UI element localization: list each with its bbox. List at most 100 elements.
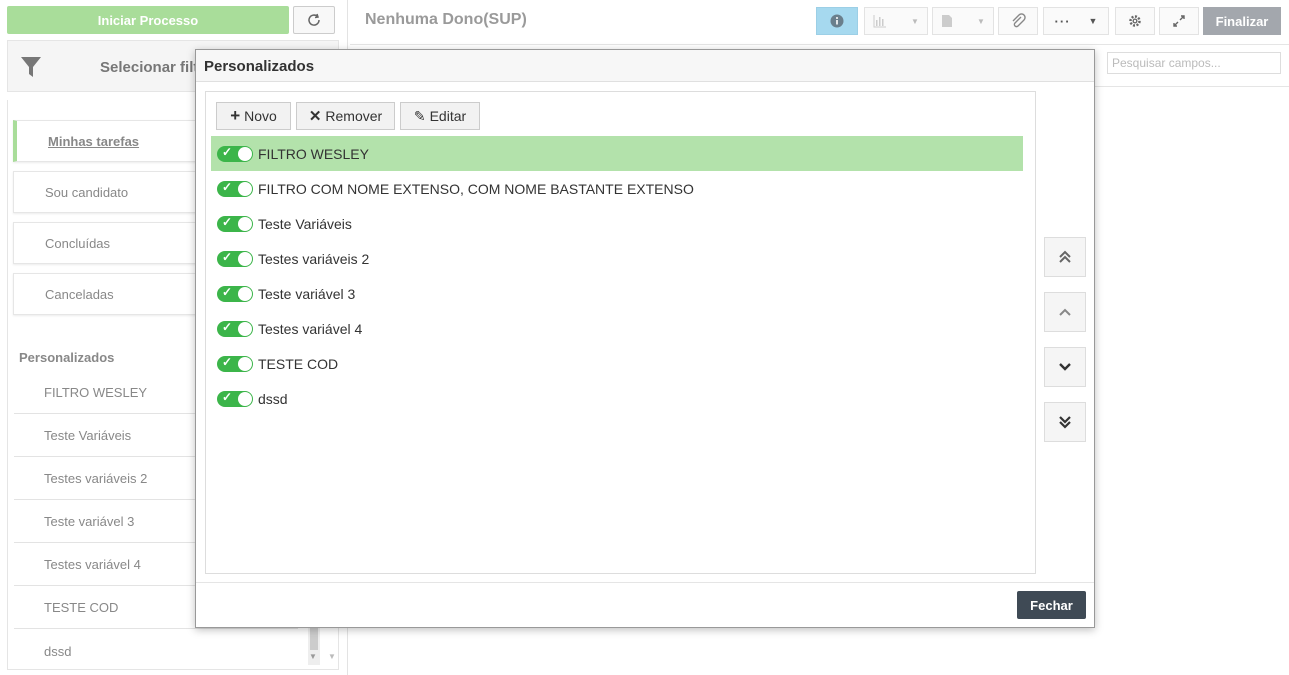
task-label: Minhas tarefas — [48, 133, 140, 149]
custom-section-title: Personalizados — [19, 350, 115, 365]
start-process-button[interactable]: Iniciar Processo — [7, 6, 289, 34]
filter-row-label: FILTRO COM NOME EXTENSO, COM NOME BASTAN… — [258, 180, 694, 197]
filter-row-label: dssd — [258, 390, 288, 407]
task-label: Sou candidato — [45, 184, 129, 200]
divider — [1094, 86, 1289, 87]
move-down-button[interactable] — [1044, 347, 1086, 387]
filters-panel: + Novo ✕ Remover ✎ Editar ✓ FILTRO WESLE… — [205, 91, 1036, 574]
chevron-up-icon — [1059, 308, 1071, 316]
check-icon: ✓ — [222, 144, 233, 159]
modal-title: Personalizados — [204, 58, 315, 75]
more-options-button[interactable]: ··· ▼ — [1043, 7, 1109, 35]
filter-enabled-toggle[interactable]: ✓ — [217, 179, 253, 197]
filter-row-label: Testes variável 4 — [258, 320, 363, 337]
expand-button[interactable] — [1159, 7, 1199, 35]
filter-enabled-toggle[interactable]: ✓ — [217, 250, 253, 267]
toggle-knob — [238, 251, 252, 266]
filter-enabled-toggle[interactable]: ✓ — [217, 389, 253, 407]
edit-filter-label: Editar — [429, 108, 467, 124]
new-filter-label: Novo — [244, 108, 277, 124]
toggle-knob — [238, 391, 252, 406]
filter-enabled-toggle[interactable]: ✓ — [217, 319, 253, 337]
filter-row[interactable]: ✓ FILTRO WESLEY — [211, 136, 1023, 171]
move-to-top-button[interactable] — [1044, 237, 1086, 277]
filter-enabled-toggle[interactable]: ✓ — [217, 354, 253, 372]
filter-row[interactable]: ✓ Teste variável 3 — [211, 276, 1023, 311]
filter-row-label: Teste variável 3 — [258, 285, 356, 302]
toggle-knob — [238, 286, 252, 301]
filter-enabled-toggle[interactable]: ✓ — [217, 144, 253, 162]
document-icon — [942, 15, 953, 27]
toggle-knob — [238, 356, 252, 371]
filter-enabled-toggle[interactable]: ✓ — [217, 284, 253, 302]
info-button[interactable] — [816, 7, 858, 35]
task-label: Concluídas — [45, 235, 111, 251]
document-dropdown-button[interactable]: ▼ — [932, 7, 994, 35]
ellipsis-icon: ··· — [1054, 13, 1071, 29]
page-title: Nenhuma Dono(SUP) — [365, 11, 527, 28]
task-candidate[interactable]: Sou candidato — [13, 171, 213, 213]
scroll-down-icon[interactable]: ▼ — [328, 652, 336, 661]
info-icon — [830, 14, 844, 28]
edit-filter-button[interactable]: ✎ Editar — [400, 102, 480, 130]
chevron-down-icon: ▼ — [911, 16, 919, 26]
chevron-down-icon — [1059, 363, 1071, 371]
toggle-knob — [238, 181, 252, 196]
check-icon: ✓ — [222, 319, 233, 334]
filter-row-label: Testes variáveis 2 — [258, 250, 370, 267]
plus-icon: + — [230, 106, 241, 125]
settings-button[interactable] — [1115, 7, 1155, 35]
search-fields-input[interactable] — [1107, 52, 1281, 74]
chart-dropdown-button[interactable]: ▼ — [864, 7, 928, 35]
new-filter-button[interactable]: + Novo — [216, 102, 291, 130]
filter-row[interactable]: ✓ TESTE COD — [211, 346, 1023, 381]
filter-row-label: Teste Variáveis — [258, 215, 352, 232]
attachment-button[interactable] — [998, 7, 1038, 35]
modal-footer-divider — [196, 582, 1094, 583]
filter-row[interactable]: ✓ Testes variável 4 — [211, 311, 1023, 346]
check-icon: ✓ — [222, 214, 233, 229]
task-cancelled[interactable]: Canceladas — [13, 273, 213, 315]
modal-header: Personalizados — [196, 50, 1094, 82]
close-icon: ✕ — [308, 108, 322, 125]
check-icon: ✓ — [222, 179, 233, 194]
task-my-tasks[interactable]: Minhas tarefas — [13, 120, 213, 162]
filter-enabled-toggle[interactable]: ✓ — [217, 214, 253, 232]
double-chevron-up-icon — [1059, 250, 1071, 263]
scrollbar-thumb[interactable] — [310, 625, 318, 650]
filter-row[interactable]: ✓ dssd — [211, 381, 1023, 416]
sidebar-custom-item[interactable]: dssd — [14, 630, 298, 669]
custom-filters-modal: Personalizados + Novo ✕ Remover ✎ Editar… — [195, 49, 1095, 628]
filter-row-label: FILTRO WESLEY — [258, 145, 369, 162]
toggle-knob — [238, 321, 252, 336]
check-icon: ✓ — [222, 284, 233, 299]
paperclip-icon — [1012, 13, 1026, 28]
expand-icon — [1173, 15, 1185, 27]
divider — [350, 44, 1289, 45]
check-icon: ✓ — [222, 389, 233, 404]
task-completed[interactable]: Concluídas — [13, 222, 213, 264]
refresh-button[interactable] — [293, 6, 335, 34]
remove-filter-button[interactable]: ✕ Remover — [296, 102, 395, 130]
filter-row[interactable]: ✓ Teste Variáveis — [211, 206, 1023, 241]
scroll-down-icon[interactable]: ▼ — [309, 652, 317, 661]
refresh-icon — [308, 13, 320, 26]
task-label: Canceladas — [45, 286, 114, 302]
finalize-button[interactable]: Finalizar — [1203, 7, 1281, 35]
move-up-button[interactable] — [1044, 292, 1086, 332]
filter-row[interactable]: ✓ FILTRO COM NOME EXTENSO, COM NOME BAST… — [211, 171, 1023, 206]
bar-chart-icon — [873, 15, 887, 28]
close-button[interactable]: Fechar — [1017, 591, 1086, 619]
move-to-bottom-button[interactable] — [1044, 402, 1086, 442]
double-chevron-down-icon — [1059, 416, 1071, 429]
filter-row-label: TESTE COD — [258, 355, 339, 372]
pencil-icon: ✎ — [413, 107, 426, 124]
remove-filter-label: Remover — [325, 108, 383, 124]
toggle-knob — [238, 216, 252, 231]
chevron-down-icon: ▼ — [1088, 16, 1098, 26]
check-icon: ✓ — [222, 354, 233, 369]
filter-row[interactable]: ✓ Testes variáveis 2 — [211, 241, 1023, 276]
gear-icon — [1129, 15, 1141, 27]
funnel-icon — [21, 57, 41, 77]
toggle-knob — [238, 146, 252, 161]
